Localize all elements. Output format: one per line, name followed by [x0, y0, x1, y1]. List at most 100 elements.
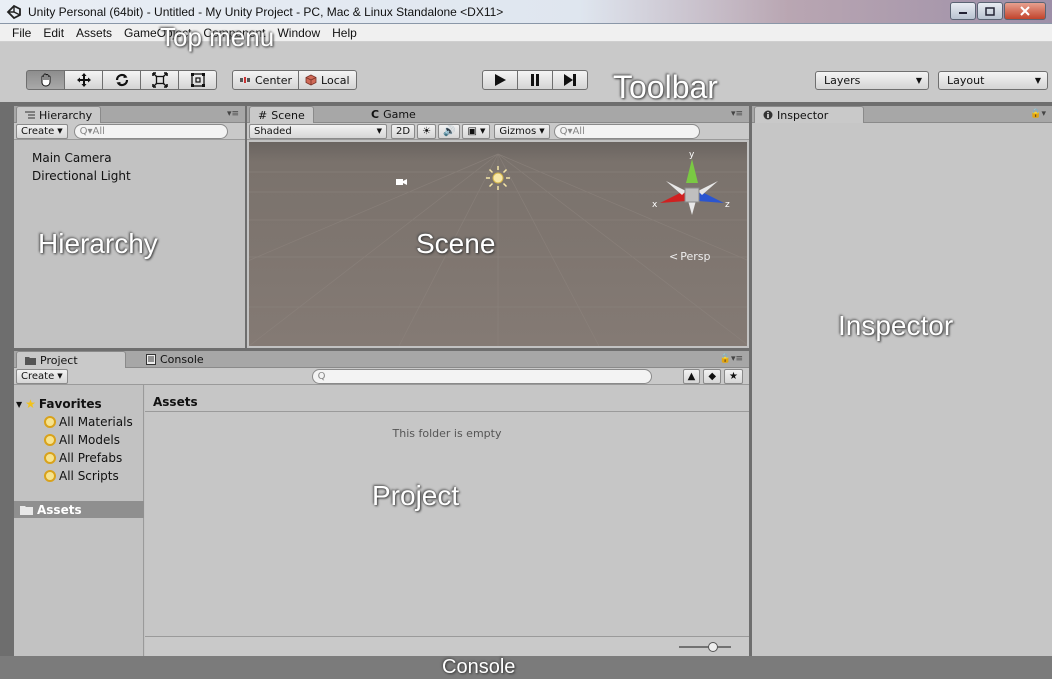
list-icon	[25, 111, 35, 119]
scene-search-input[interactable]: Q▾All	[553, 123, 700, 139]
favorite-label: All Models	[59, 433, 120, 447]
orientation-gizmo-icon[interactable]: y x z	[652, 151, 732, 225]
favorite-all-prefabs[interactable]: All Prefabs	[44, 451, 122, 465]
step-icon	[564, 74, 576, 86]
menu-edit[interactable]: Edit	[37, 26, 70, 40]
favorite-label: All Materials	[59, 415, 133, 429]
hand-tool-button[interactable]	[26, 70, 65, 90]
scene-lighting-toggle[interactable]: ☀	[417, 123, 437, 139]
assets-header: Assets	[145, 395, 749, 412]
move-tool-button[interactable]	[64, 70, 103, 90]
favorite-all-scripts[interactable]: All Scripts	[44, 469, 119, 483]
pacman-icon: C	[371, 108, 380, 121]
hierarchy-item-main-camera[interactable]: Main Camera	[32, 151, 112, 165]
folder-icon	[25, 356, 36, 365]
favorite-all-materials[interactable]: All Materials	[44, 415, 133, 429]
lock-icon[interactable]: 🔒▾≡	[720, 354, 743, 364]
step-button[interactable]	[552, 70, 588, 90]
hierarchy-create-button[interactable]: Create ▼	[16, 123, 68, 139]
maximize-button[interactable]	[977, 2, 1003, 20]
scene-effects-toggle[interactable]: ▣ ▼	[462, 123, 491, 139]
info-icon	[763, 110, 773, 120]
favorites-item[interactable]: ▼ ★ Favorites	[16, 397, 102, 411]
favorite-all-models[interactable]: All Models	[44, 433, 120, 447]
chevron-left-icon: <	[669, 250, 679, 263]
project-footer	[145, 636, 749, 656]
shading-mode-dropdown[interactable]: Shaded ▼	[249, 123, 387, 139]
favorites-label: Favorites	[38, 397, 102, 411]
tab-game-label: Game	[383, 108, 416, 121]
mode-2d-toggle[interactable]: 2D	[391, 123, 416, 139]
scale-tool-button[interactable]	[140, 70, 179, 90]
assets-folder-item[interactable]: Assets	[14, 501, 144, 518]
filter-label-icon[interactable]: ◆	[703, 369, 722, 384]
filter-type-icon[interactable]: ▲	[682, 369, 701, 384]
hierarchy-search-input[interactable]: Q▾All	[73, 123, 228, 139]
project-tabstrip: Project Console 🔒▾≡	[14, 351, 749, 368]
search-icon	[44, 416, 56, 428]
zoom-slider[interactable]	[677, 640, 733, 654]
camera-gizmo-icon	[396, 179, 407, 185]
local-space-icon	[305, 74, 317, 86]
menu-bar: File Edit Assets GameObject Component Wi…	[0, 24, 1052, 42]
gizmos-dropdown[interactable]: Gizmos ▼	[494, 123, 550, 139]
overlay-toolbar: Toolbar	[613, 69, 718, 105]
tab-scene[interactable]: # Scene	[249, 106, 314, 123]
expand-arrow-icon: ▼	[16, 399, 23, 409]
speaker-icon: 🔊	[443, 125, 456, 137]
scene-viewport[interactable]: y x z < Persp	[249, 142, 747, 346]
console-status-bar	[0, 656, 1052, 679]
hierarchy-search-placeholder: Q▾All	[79, 125, 105, 137]
favorite-label: All Prefabs	[59, 451, 123, 465]
close-button[interactable]	[1004, 2, 1046, 20]
panel-menu-icon[interactable]: ▾≡	[227, 109, 239, 119]
overlay-hierarchy: Hierarchy	[38, 228, 158, 259]
favorite-star-icon[interactable]: ★	[724, 369, 743, 384]
hierarchy-item-directional-light[interactable]: Directional Light	[32, 169, 131, 183]
chevron-down-icon: ▼	[57, 127, 63, 135]
scene-audio-toggle[interactable]: 🔊	[438, 123, 461, 139]
rect-tool-button[interactable]	[178, 70, 217, 90]
rotate-tool-button[interactable]	[102, 70, 141, 90]
menu-help[interactable]: Help	[326, 26, 363, 40]
hierarchy-panel: Hierarchy ▾≡ Create ▼ Q▾All Main Camera …	[14, 106, 245, 348]
rect-tool-icon	[190, 73, 205, 87]
tab-game[interactable]: C Game	[363, 106, 424, 123]
sun-icon: ☀	[422, 125, 432, 137]
play-button[interactable]	[482, 70, 518, 90]
tab-project[interactable]: Project	[16, 351, 126, 368]
close-icon	[1020, 6, 1030, 16]
scene-tabstrip: # Scene C Game ▾≡	[247, 106, 749, 123]
chevron-down-icon: ▼	[376, 127, 382, 135]
overlay-console: Console	[442, 656, 516, 678]
assets-folder-label: Assets	[37, 502, 82, 517]
move-icon	[76, 73, 91, 87]
layers-dropdown[interactable]: Layers ▼	[815, 71, 929, 90]
scene-subbar: Shaded ▼ 2D ☀ 🔊 ▣ ▼ Gizmos ▼ Q▾All	[247, 123, 749, 140]
tab-scene-label: Scene	[271, 108, 305, 122]
hierarchy-create-label: Create	[21, 125, 55, 137]
project-search-input[interactable]: Q	[311, 368, 652, 384]
pivot-local-button[interactable]: Local	[298, 70, 357, 90]
pivot-center-button[interactable]: Center	[232, 70, 300, 90]
projection-toggle[interactable]: < Persp	[669, 250, 710, 263]
layout-dropdown[interactable]: Layout ▼	[938, 71, 1048, 90]
hierarchy-tabstrip: Hierarchy ▾≡	[14, 106, 245, 123]
tab-hierarchy-label: Hierarchy	[39, 108, 93, 122]
menu-file[interactable]: File	[6, 26, 37, 40]
inspector-tabstrip: Inspector 🔒▾	[752, 106, 1052, 123]
console-icon	[146, 354, 156, 365]
play-controls	[482, 70, 588, 90]
tab-console-label: Console	[160, 353, 204, 366]
scene-search-placeholder: Q▾All	[559, 125, 585, 137]
menu-window[interactable]: Window	[271, 26, 326, 40]
panel-menu-icon[interactable]: ▾≡	[731, 109, 743, 119]
minimize-button[interactable]	[950, 2, 976, 20]
tab-inspector[interactable]: Inspector	[754, 106, 864, 123]
lock-icon[interactable]: 🔒▾	[1030, 109, 1046, 119]
tab-hierarchy[interactable]: Hierarchy	[16, 106, 102, 123]
project-create-button[interactable]: Create ▼	[16, 368, 68, 384]
menu-assets[interactable]: Assets	[70, 26, 118, 40]
tab-console[interactable]: Console	[138, 351, 212, 368]
pause-button[interactable]	[517, 70, 553, 90]
